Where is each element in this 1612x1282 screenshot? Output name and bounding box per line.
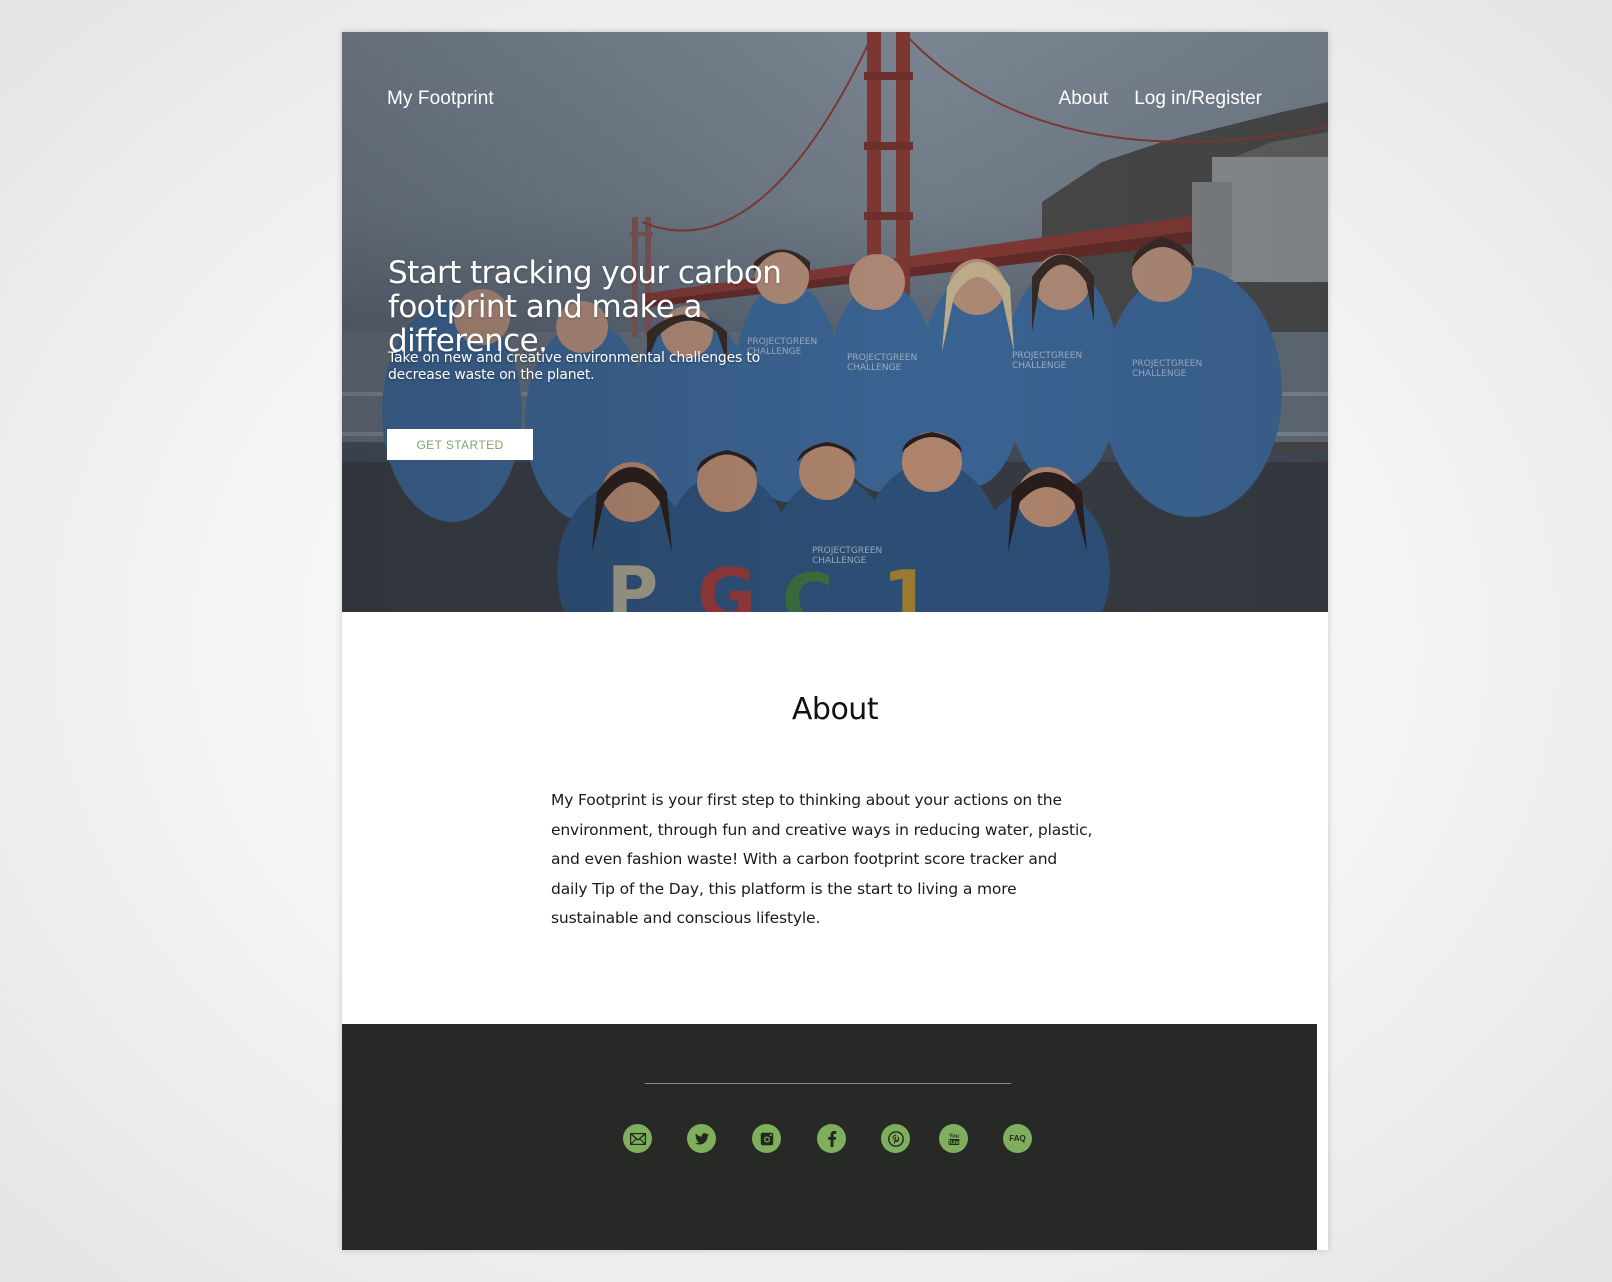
mail-icon[interactable] <box>623 1124 652 1153</box>
about-body-text: My Footprint is your first step to think… <box>551 791 1093 927</box>
youtube-icon[interactable]: You Tube <box>939 1124 968 1153</box>
about-heading: About <box>791 692 879 727</box>
hero-subtitle: Take on new and creative environmental c… <box>388 350 761 383</box>
twitter-icon[interactable] <box>687 1124 716 1153</box>
hero-section: P G C 1 PROJECTGREEN CHALLENGE PROJECTGR… <box>342 32 1328 612</box>
pinterest-icon[interactable] <box>881 1124 910 1153</box>
footer: You Tube FAQ <box>342 1024 1317 1250</box>
page-frame: P G C 1 PROJECTGREEN CHALLENGE PROJECTGR… <box>342 32 1328 1250</box>
footer-divider <box>645 1083 1011 1084</box>
faq-icon-label: FAQ <box>1009 1134 1026 1143</box>
svg-text:You: You <box>949 1133 959 1139</box>
nav-link-login-register[interactable]: Log in/Register <box>1134 88 1262 110</box>
svg-text:Tube: Tube <box>948 1139 960 1145</box>
brand-logo-link[interactable]: My Footprint <box>387 88 494 110</box>
instagram-icon[interactable] <box>752 1124 781 1153</box>
get-started-button[interactable]: GET STARTED <box>387 429 533 460</box>
hero-title: Start tracking your carbon footprint and… <box>388 255 782 359</box>
social-links: You Tube FAQ <box>342 1124 1317 1156</box>
facebook-icon[interactable] <box>817 1124 846 1153</box>
faq-icon[interactable]: FAQ <box>1003 1124 1032 1153</box>
top-nav: About Log in/Register <box>1059 88 1262 110</box>
nav-link-about[interactable]: About <box>1059 88 1109 110</box>
